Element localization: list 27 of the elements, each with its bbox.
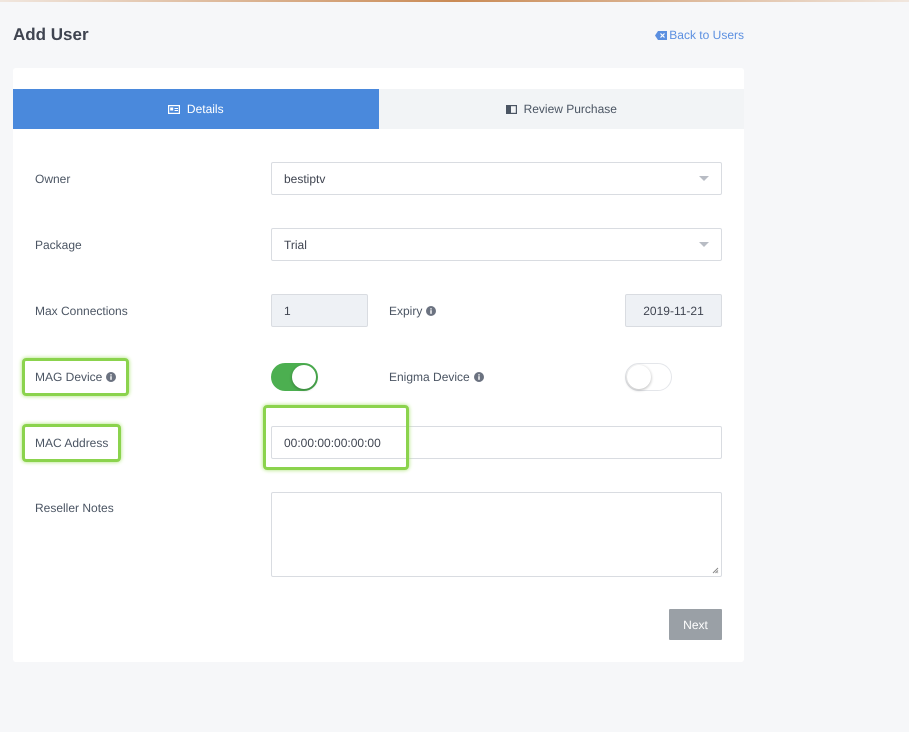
input-field[interactable]: 2019-11-21 — [625, 294, 722, 327]
caret-icon — [699, 242, 709, 247]
field-label: MAG Device — [35, 370, 102, 384]
field-label: Expiry — [389, 304, 422, 318]
page-title: Add User — [13, 25, 89, 45]
field-label: Owner — [35, 172, 70, 186]
input-field[interactable]: 00:00:00:00:00:00 — [271, 426, 722, 459]
info-icon — [106, 372, 116, 382]
panel-icon — [506, 104, 517, 114]
field-label: MAC Address — [35, 436, 108, 450]
resize-grip-icon — [712, 567, 719, 574]
id-card-icon — [168, 104, 180, 114]
tab[interactable]: Details — [13, 89, 378, 129]
info-icon — [426, 306, 436, 316]
field-label: Reseller Notes — [35, 501, 114, 515]
text-area[interactable] — [271, 492, 722, 577]
field-label: Enigma Device — [389, 370, 470, 384]
input-field[interactable]: 1 — [271, 294, 368, 327]
backspace-icon — [655, 30, 668, 40]
tab[interactable]: Review Purchase — [378, 89, 744, 129]
toggle-switch[interactable] — [271, 362, 318, 390]
select-field[interactable]: Trial — [271, 228, 722, 261]
select-field[interactable]: bestiptv — [271, 162, 722, 195]
field-label: Package — [35, 238, 82, 252]
info-icon — [474, 372, 484, 382]
field-label: Max Connections — [35, 304, 128, 318]
caret-icon — [699, 176, 709, 181]
